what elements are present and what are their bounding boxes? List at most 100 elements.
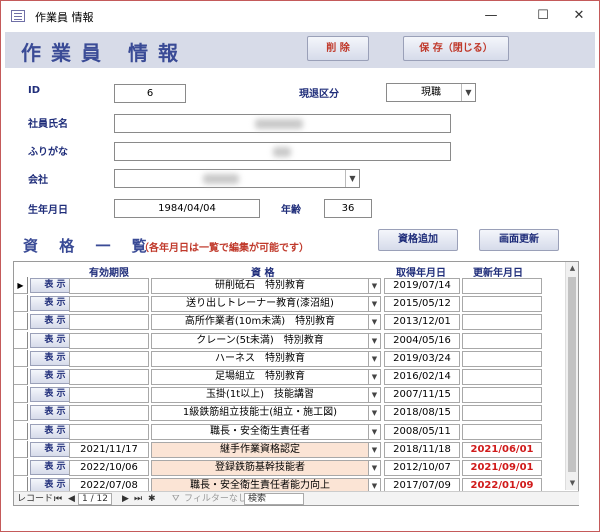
close-button[interactable]: ✕: [565, 5, 593, 27]
acquired-cell[interactable]: 2015/05/12: [384, 296, 460, 312]
acquired-cell[interactable]: 2008/05/11: [384, 424, 460, 440]
company-select[interactable]: ▼: [114, 169, 360, 188]
renewed-cell[interactable]: [462, 369, 542, 385]
qualification-cell[interactable]: クレーン(5t未満) 特別教育: [151, 333, 369, 349]
chevron-down-icon[interactable]: ▼: [368, 278, 381, 294]
record-selector[interactable]: [14, 386, 28, 403]
chevron-down-icon[interactable]: ▼: [368, 460, 381, 476]
scroll-down-icon[interactable]: ▼: [566, 477, 579, 490]
scroll-up-icon[interactable]: ▲: [566, 262, 579, 275]
qualification-cell[interactable]: 継手作業資格認定: [151, 442, 369, 458]
next-record-icon[interactable]: ▶: [122, 493, 129, 505]
first-record-icon[interactable]: ⏮: [54, 493, 62, 505]
table-row: 表 示クレーン(5t未満) 特別教育 ▼ 2004/05/16: [14, 332, 564, 350]
renewed-cell[interactable]: [462, 314, 542, 330]
renewed-cell[interactable]: [462, 278, 542, 294]
acquired-cell[interactable]: 2019/07/14: [384, 278, 460, 294]
window-title: 作業員 情報: [35, 11, 94, 24]
renewed-cell[interactable]: 2021/06/01: [462, 442, 542, 458]
previous-record-icon[interactable]: ◀: [68, 493, 75, 505]
vertical-scrollbar[interactable]: ▲ ▼: [565, 262, 578, 490]
name-field[interactable]: [114, 114, 451, 133]
qualification-cell[interactable]: 玉掛(1t以上) 技能講習: [151, 387, 369, 403]
chevron-down-icon[interactable]: ▼: [368, 442, 381, 458]
renewed-cell[interactable]: [462, 405, 542, 421]
title-bar: 作業員 情報 — ☐ ✕: [1, 1, 599, 31]
acquired-cell[interactable]: 2016/02/14: [384, 369, 460, 385]
expiry-cell[interactable]: [69, 369, 149, 385]
chevron-down-icon[interactable]: ▼: [345, 170, 359, 187]
expiry-cell[interactable]: [69, 333, 149, 349]
renewed-cell[interactable]: [462, 296, 542, 312]
acquired-cell[interactable]: 2019/03/24: [384, 351, 460, 367]
chevron-down-icon[interactable]: ▼: [368, 333, 381, 349]
qualification-cell[interactable]: 職長・安全衛生責任者: [151, 424, 369, 440]
chevron-down-icon[interactable]: ▼: [368, 369, 381, 385]
chevron-down-icon[interactable]: ▼: [368, 424, 381, 440]
expiry-cell[interactable]: 2021/11/17: [69, 442, 149, 458]
expiry-cell[interactable]: [69, 278, 149, 294]
renewed-cell[interactable]: 2021/09/01: [462, 460, 542, 476]
table-row: 表 示 2022/10/06 登録鉄筋基幹技能者 ▼ 2012/10/07 2021/09…: [14, 459, 564, 477]
scroll-thumb[interactable]: [568, 277, 576, 472]
qualification-cell[interactable]: 高所作業者(10m未満) 特別教育: [151, 314, 369, 330]
save-close-button[interactable]: 保 存（閉じる）: [403, 36, 509, 61]
qualification-cell[interactable]: 送り出しトレーナー教育(漆沼組): [151, 296, 369, 312]
status-select[interactable]: 現職 ▼: [386, 83, 476, 102]
chevron-down-icon[interactable]: ▼: [368, 405, 381, 421]
dob-field[interactable]: 1984/04/04: [114, 199, 260, 218]
record-selector[interactable]: [14, 332, 28, 349]
record-selector[interactable]: [14, 404, 28, 421]
record-selector[interactable]: [14, 423, 28, 440]
renewed-cell[interactable]: [462, 424, 542, 440]
record-selector[interactable]: ▶: [14, 277, 28, 294]
expiry-cell[interactable]: [69, 351, 149, 367]
record-selector[interactable]: [14, 441, 28, 458]
maximize-button[interactable]: ☐: [529, 5, 557, 27]
qualification-cell[interactable]: 研削砥石 特別教育: [151, 278, 369, 294]
acquired-cell[interactable]: 2004/05/16: [384, 333, 460, 349]
filter-status[interactable]: フィルターなし: [184, 493, 247, 505]
table-row: 表 示 1級鉄筋組立技能士(組立・施工図) ▼ 2018/08/15: [14, 404, 564, 422]
renewed-cell[interactable]: [462, 351, 542, 367]
acquired-cell[interactable]: 2013/12/01: [384, 314, 460, 330]
delete-button[interactable]: 削 除: [307, 36, 369, 61]
renewed-cell[interactable]: [462, 333, 542, 349]
record-position[interactable]: 1 / 12: [78, 493, 112, 505]
record-selector[interactable]: [14, 295, 28, 312]
acquired-cell[interactable]: 2018/08/15: [384, 405, 460, 421]
new-record-icon[interactable]: ✱: [148, 493, 156, 505]
record-selector[interactable]: [14, 459, 28, 476]
last-record-icon[interactable]: ⏭: [134, 493, 142, 505]
qualification-cell[interactable]: 登録鉄筋基幹技能者: [151, 460, 369, 476]
record-selector[interactable]: [14, 350, 28, 367]
expiry-cell[interactable]: [69, 405, 149, 421]
chevron-down-icon[interactable]: ▼: [368, 387, 381, 403]
acquired-cell[interactable]: 2012/10/07: [384, 460, 460, 476]
expiry-cell[interactable]: [69, 314, 149, 330]
record-selector[interactable]: [14, 368, 28, 385]
search-box[interactable]: 検索: [244, 493, 304, 505]
refresh-button[interactable]: 画面更新: [479, 229, 559, 251]
add-qualification-button[interactable]: 資格追加: [378, 229, 458, 251]
chevron-down-icon[interactable]: ▼: [461, 84, 475, 101]
expiry-cell[interactable]: [69, 296, 149, 312]
id-field[interactable]: 6: [114, 84, 186, 103]
acquired-cell[interactable]: 2018/11/18: [384, 442, 460, 458]
qualification-cell[interactable]: 足場組立 特別教育: [151, 369, 369, 385]
qualification-cell[interactable]: 1級鉄筋組立技能士(組立・施工図): [151, 405, 369, 421]
chevron-down-icon[interactable]: ▼: [368, 351, 381, 367]
chevron-down-icon[interactable]: ▼: [368, 314, 381, 330]
expiry-cell[interactable]: 2022/10/06: [69, 460, 149, 476]
name-label: 社員氏名: [28, 119, 68, 130]
minimize-button[interactable]: —: [477, 5, 505, 27]
age-field[interactable]: 36: [324, 199, 372, 218]
kana-field[interactable]: [114, 142, 451, 161]
renewed-cell[interactable]: [462, 387, 542, 403]
qualification-cell[interactable]: ハーネス 特別教育: [151, 351, 369, 367]
expiry-cell[interactable]: [69, 424, 149, 440]
chevron-down-icon[interactable]: ▼: [368, 296, 381, 312]
expiry-cell[interactable]: [69, 387, 149, 403]
acquired-cell[interactable]: 2007/11/15: [384, 387, 460, 403]
record-selector[interactable]: [14, 313, 28, 330]
